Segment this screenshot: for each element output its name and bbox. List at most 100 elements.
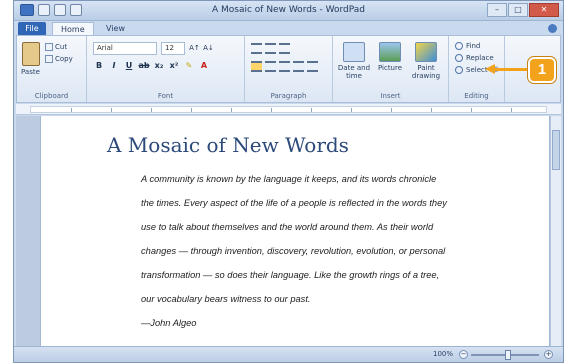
ruler-tick (151, 108, 152, 112)
font-color-icon[interactable]: A (198, 60, 210, 72)
date-time-label: Date and time (337, 64, 371, 80)
highlight-icon[interactable]: ✎ (183, 60, 195, 72)
font-format-buttons: B I U ab x₂ x² ✎ A (93, 60, 210, 72)
replace-icon (455, 54, 463, 62)
picture-button[interactable]: Picture (373, 42, 407, 72)
document-area: A Mosaic of New Words A community is kno… (16, 116, 561, 347)
font-name-dropdown[interactable]: Arial (93, 42, 157, 55)
zoom-in-button[interactable]: + (544, 350, 553, 359)
grow-font-icon[interactable]: A↑ (189, 43, 200, 54)
callout-badge: 1 (528, 57, 556, 83)
replace-button[interactable]: Replace (455, 54, 494, 62)
document-line: our vocabulary bears witness to our past… (141, 294, 311, 304)
copy-icon (45, 55, 53, 63)
maximize-button[interactable]: □ (508, 3, 528, 17)
status-bar: 100% − + (14, 346, 563, 362)
justify-icon[interactable] (293, 61, 304, 72)
font-group: Arial 12 A↑ A↓ B I U ab x₂ x² ✎ A Font (87, 36, 245, 102)
document-page[interactable]: A Mosaic of New Words A community is kno… (40, 116, 550, 347)
bullets-icon[interactable] (279, 43, 290, 54)
tab-file[interactable]: File (18, 22, 46, 35)
cut-icon (45, 43, 53, 51)
editing-group-label: Editing (464, 92, 489, 100)
cut-button[interactable]: Cut (45, 43, 67, 51)
copy-label: Copy (55, 55, 73, 63)
italic-icon[interactable]: I (108, 60, 120, 72)
select-all-icon (455, 66, 463, 74)
document-line: changes — through invention, discovery, … (141, 246, 446, 256)
paragraph-group: Paragraph (245, 36, 333, 102)
ruler-tick (231, 108, 232, 112)
decrease-indent-icon[interactable] (251, 43, 262, 54)
align-center-icon[interactable] (265, 61, 276, 72)
scrollbar-thumb[interactable] (552, 130, 560, 170)
bold-icon[interactable]: B (93, 60, 105, 72)
document-title: A Mosaic of New Words (107, 133, 349, 157)
increase-indent-icon[interactable] (265, 43, 276, 54)
find-button[interactable]: Find (455, 42, 480, 50)
align-right-icon[interactable] (279, 61, 290, 72)
ruler-tick (471, 108, 472, 112)
paint-drawing-label: Paint drawing (411, 64, 441, 80)
replace-label: Replace (466, 54, 494, 62)
minimize-button[interactable]: – (487, 3, 507, 17)
help-icon[interactable] (548, 24, 557, 33)
picture-label: Picture (377, 64, 403, 72)
document-line: transformation — so does their language.… (141, 270, 440, 280)
ruler-tick (311, 108, 312, 112)
copy-button[interactable]: Copy (45, 55, 73, 63)
document-line: use to talk about themselves and the wor… (141, 222, 434, 232)
insert-group: Date and time Picture Paint drawing Inse… (333, 36, 449, 102)
ruler-track (30, 106, 547, 113)
underline-icon[interactable]: U (123, 60, 135, 72)
ruler-tick (111, 108, 112, 112)
date-time-button[interactable]: Date and time (337, 42, 371, 80)
ruler-tick (391, 108, 392, 112)
ruler-tick (511, 108, 512, 112)
paragraph-group-label: Paragraph (270, 92, 307, 100)
ruler-tick (431, 108, 432, 112)
alignment-row (251, 61, 318, 72)
insert-group-label: Insert (380, 92, 401, 100)
calendar-icon (343, 42, 365, 62)
close-button[interactable]: ✕ (529, 3, 559, 17)
vertical-scrollbar[interactable] (550, 116, 561, 347)
attribution-line: —John Algeo (141, 318, 197, 328)
zoom-out-button[interactable]: − (459, 350, 468, 359)
picture-icon (379, 42, 401, 62)
font-group-label: Font (157, 92, 174, 100)
binoculars-icon (455, 42, 463, 50)
superscript-icon[interactable]: x² (168, 60, 180, 72)
shrink-font-icon[interactable]: A↓ (203, 43, 214, 54)
zoom-slider-handle[interactable] (505, 350, 511, 360)
ruler[interactable] (16, 104, 561, 115)
paste-icon[interactable] (22, 42, 40, 66)
document-line: the times. Every aspect of the life of a… (141, 198, 447, 208)
ribbon-tabs: File Home View (14, 21, 563, 35)
paint-drawing-button[interactable]: Paint drawing (409, 42, 443, 80)
callout-line (494, 68, 529, 71)
subscript-icon[interactable]: x₂ (153, 60, 165, 72)
wordpad-window: A Mosaic of New Words - WordPad – □ ✕ Fi… (13, 0, 564, 363)
font-size-dropdown[interactable]: 12 (161, 42, 185, 55)
paste-button[interactable]: Paste (21, 68, 40, 76)
align-left-icon[interactable] (251, 61, 262, 72)
indent-list-row (251, 43, 290, 54)
paragraph-settings-icon[interactable] (307, 61, 318, 72)
font-grow-shrink: A↑ A↓ (189, 43, 214, 54)
ribbon: Paste Cut Copy Clipboard Arial 12 A↑ A↓ … (16, 35, 561, 103)
ruler-tick (271, 108, 272, 112)
ruler-tick (71, 108, 72, 112)
zoom-level: 100% (432, 350, 453, 358)
ruler-tick (351, 108, 352, 112)
tab-home[interactable]: Home (52, 22, 94, 35)
clipboard-group: Paste Cut Copy Clipboard (17, 36, 87, 102)
cut-label: Cut (55, 43, 68, 51)
ruler-tick (191, 108, 192, 112)
paint-icon (415, 42, 437, 62)
strikethrough-icon[interactable]: ab (138, 60, 150, 72)
tab-view[interactable]: View (98, 22, 133, 35)
document-line: A community is known by the language it … (141, 174, 437, 184)
find-label: Find (466, 42, 481, 50)
clipboard-group-label: Clipboard (34, 92, 69, 100)
